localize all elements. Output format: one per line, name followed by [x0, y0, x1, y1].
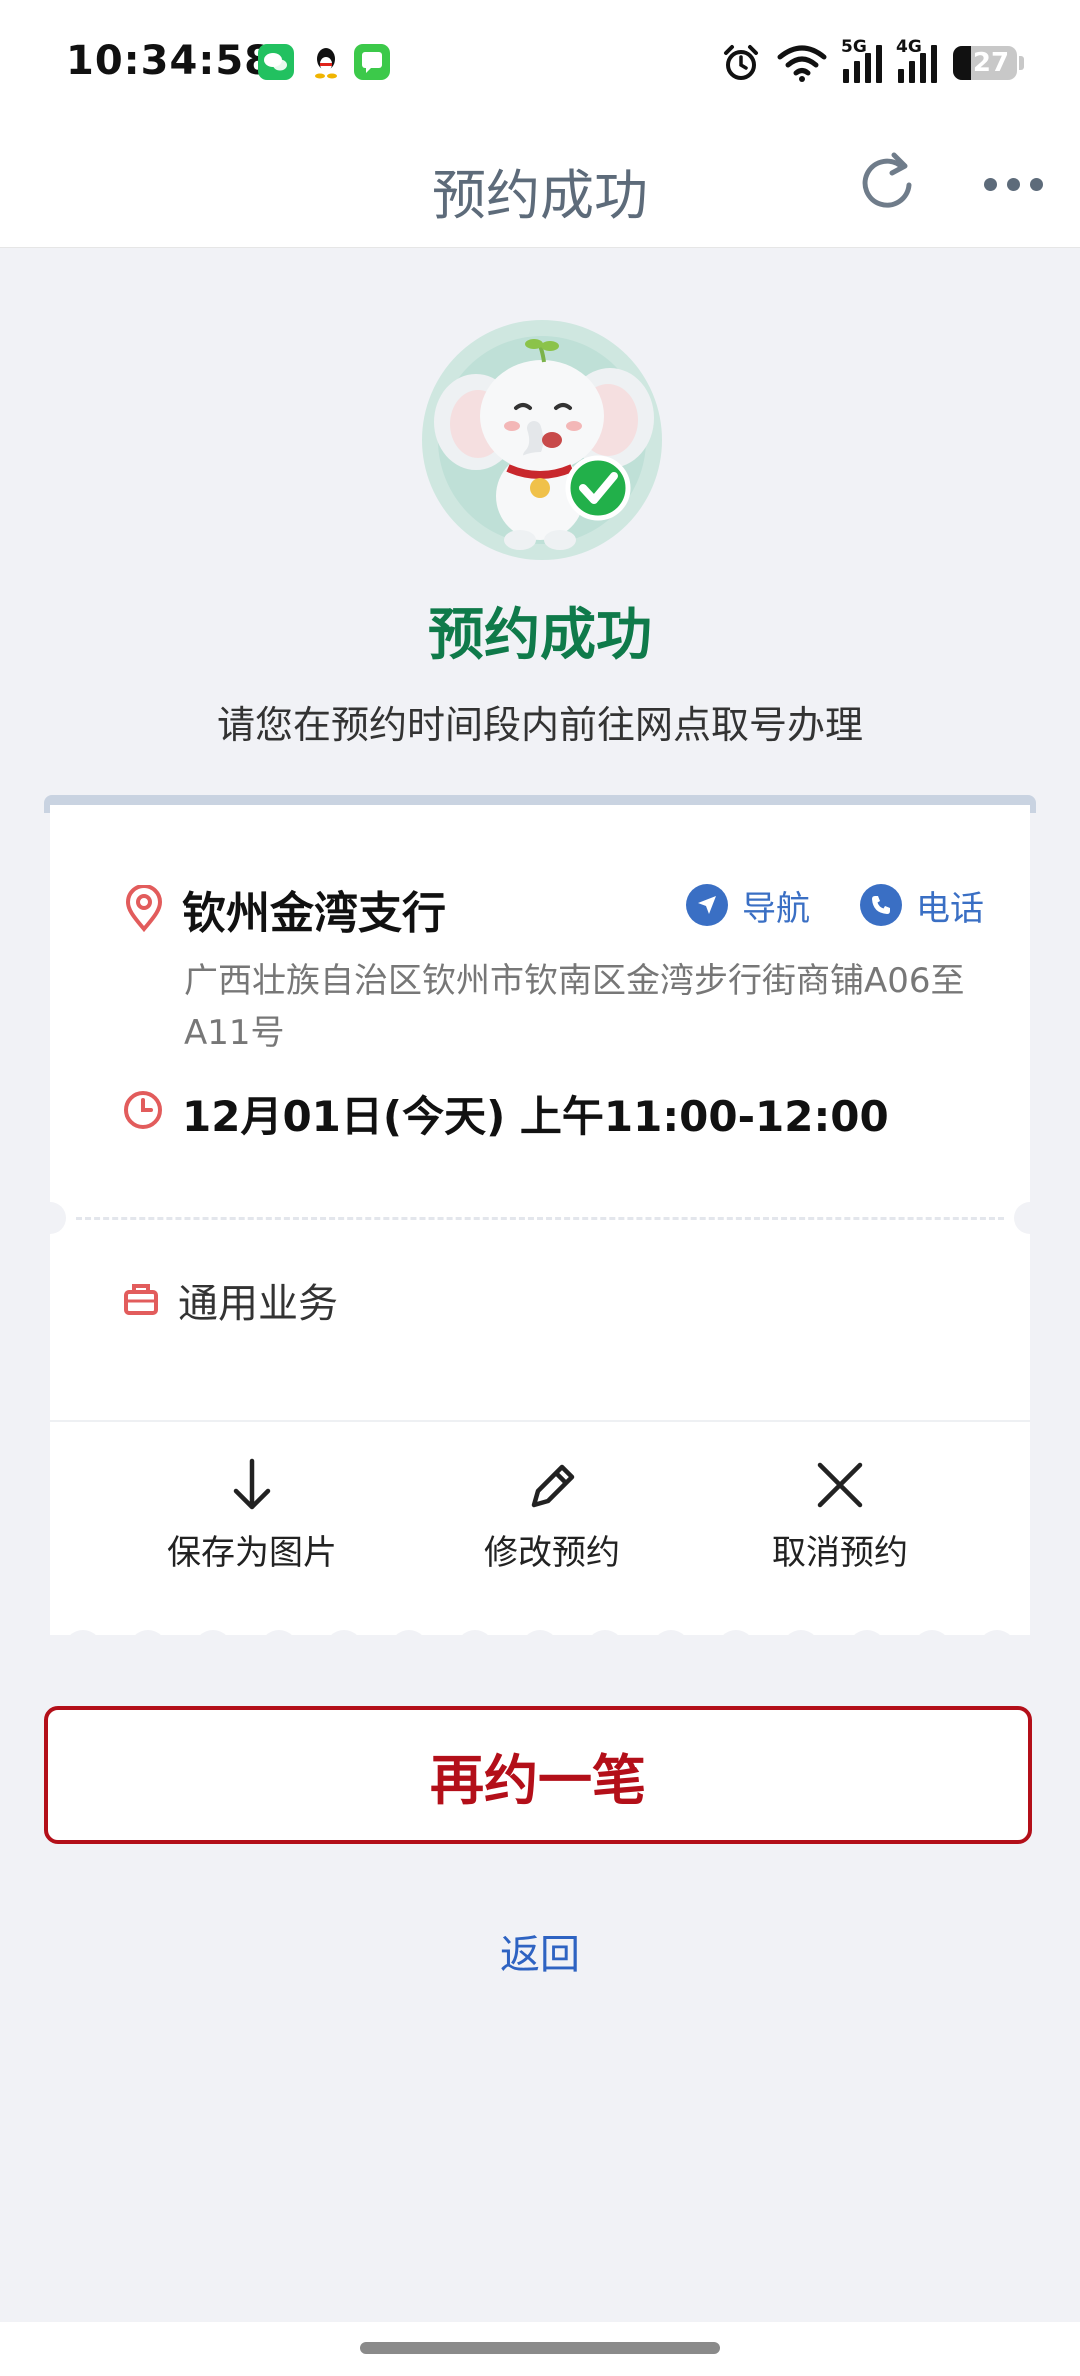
alarm-icon: [724, 45, 758, 80]
download-arrow-icon: [233, 1458, 271, 1510]
save-image-label: 保存为图片: [167, 1533, 337, 1573]
cancel-appointment-button[interactable]: 取消预约: [720, 1455, 960, 1574]
messages-icon: [354, 44, 390, 80]
battery-level: 27: [972, 48, 1010, 78]
appointment-ticket: 钦州金湾支行 导航 电话 广西壮族自治区钦州市钦南区金湾步行街商铺A06至A11…: [34, 805, 1046, 1635]
rebook-button[interactable]: 再约一笔: [44, 1706, 1032, 1844]
branch-name: 钦州金湾支行: [182, 888, 446, 939]
success-title: 预约成功: [428, 603, 652, 668]
success-subtitle: 请您在预约时间段内前往网点取号办理: [216, 703, 863, 747]
briefcase-icon: [124, 1284, 158, 1315]
status-indicators: 5G 4G 27: [721, 37, 1024, 88]
navigate-button[interactable]: 导航: [686, 881, 810, 929]
modify-appointment-label: 修改预约: [484, 1533, 620, 1573]
navigation-arrow-icon: [686, 884, 728, 926]
rebook-label: 再约一笔: [430, 1748, 646, 1812]
appointment-time: 12月01日(今天) 上午11:00-12:00: [182, 1092, 889, 1141]
refresh-icon: [862, 152, 912, 208]
branch-address: 广西壮族自治区钦州市钦南区金湾步行街商铺A06至A11号: [184, 961, 965, 1053]
signal-4g-icon: 4G: [896, 37, 937, 83]
wifi-icon: [777, 45, 827, 82]
phone-button[interactable]: 电话: [860, 881, 984, 929]
business-type: 通用业务: [178, 1281, 338, 1327]
cancel-appointment-label: 取消预约: [772, 1533, 908, 1573]
home-indicator[interactable]: [360, 2342, 720, 2354]
ticket-perforation: [50, 1630, 1030, 1650]
dashed-divider: [76, 1217, 1004, 1220]
refresh-button[interactable]: [852, 147, 922, 217]
save-image-button[interactable]: 保存为图片: [132, 1455, 372, 1574]
more-menu-button[interactable]: [984, 169, 1048, 199]
elephant-mascot-image: [420, 318, 664, 562]
close-icon: [817, 1462, 863, 1508]
nav-bar: 预约成功: [0, 125, 1080, 248]
location-pin-icon: [125, 885, 163, 933]
wechat-icon: [258, 44, 294, 80]
navigate-label: 导航: [742, 888, 810, 929]
network-5g-label: 5G: [841, 37, 867, 57]
back-link[interactable]: 返回: [0, 1922, 1080, 1980]
clock-icon: [124, 1091, 162, 1129]
phone-label: 电话: [916, 888, 984, 929]
modify-appointment-button[interactable]: 修改预约: [432, 1455, 672, 1574]
qq-icon: [308, 44, 344, 80]
phone-icon: [860, 884, 902, 926]
pencil-icon: [531, 1464, 575, 1508]
network-4g-label: 4G: [896, 37, 922, 57]
status-bar: 10:34:58 5G 4G 27: [0, 0, 1080, 125]
divider: [50, 1420, 1030, 1422]
status-time: 10:34:58: [66, 38, 273, 84]
battery-icon: 27: [953, 46, 1017, 80]
signal-5g-icon: 5G: [841, 37, 882, 83]
